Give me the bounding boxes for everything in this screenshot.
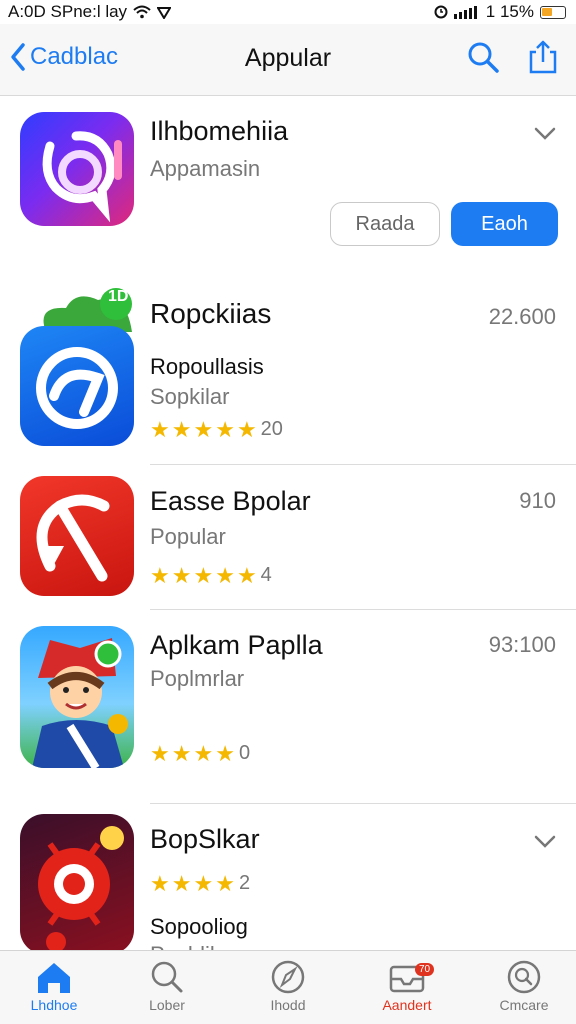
rating-count: 0 bbox=[238, 742, 251, 764]
star-icon: ★ bbox=[193, 562, 214, 588]
chat-swirl-icon bbox=[42, 131, 122, 223]
star-half-icon: ★ bbox=[236, 416, 257, 442]
star-icon: ★ bbox=[150, 740, 170, 766]
star-icon: ★ bbox=[215, 740, 235, 766]
list-item[interactable]: 1D Ropckiias 22.600 Ropoullasis Sopkilar… bbox=[0, 280, 576, 466]
alarm-icon bbox=[434, 5, 448, 19]
signal-icon bbox=[453, 6, 477, 19]
tab-label: Aandert bbox=[382, 997, 432, 1013]
star-icon: ★ bbox=[171, 870, 192, 896]
secondary-button[interactable]: Raada bbox=[330, 202, 440, 246]
app-title: Easse Bpolar bbox=[150, 486, 311, 516]
compass-icon bbox=[271, 960, 305, 994]
character-illustration-icon bbox=[32, 638, 128, 768]
tab-label: Cmcare bbox=[499, 997, 549, 1013]
app-icon bbox=[20, 326, 134, 446]
app-title: BopSlkar bbox=[150, 824, 260, 854]
status-bar: A:0D SPne:l lay 1 15% bbox=[0, 0, 576, 24]
star-icon: ★ bbox=[171, 416, 192, 442]
star-icon: ★ bbox=[215, 416, 235, 442]
app-icon bbox=[20, 814, 134, 950]
tab-search-circle[interactable]: Cmcare bbox=[474, 959, 574, 1013]
tab-search[interactable]: Lober bbox=[117, 959, 217, 1013]
list-item[interactable]: Easse Bpolar 910 Popular ★ ★ ★ ★ ★ 4 bbox=[0, 466, 576, 610]
app-title: Aplkam Paplla bbox=[150, 630, 323, 660]
star-icon: ★ bbox=[215, 870, 235, 896]
featured-app-subtitle: Appamasin bbox=[150, 156, 261, 181]
star-icon: ★ bbox=[150, 562, 170, 588]
list-item[interactable]: Aplkam Paplla 93:100 Poplmrlar ★ ★ ★ ★ 0 bbox=[0, 610, 576, 804]
tab-label: Lober bbox=[149, 997, 185, 1013]
featured-app[interactable]: Ilhbomehiia Appamasin Raada Eaoh bbox=[0, 96, 576, 266]
tab-updates[interactable]: 70 Aandert bbox=[357, 959, 457, 1013]
app-badge: 1D bbox=[108, 288, 129, 305]
app-title: Ropckiias bbox=[150, 298, 272, 329]
app-price: 93:100 bbox=[488, 632, 556, 657]
tab-label: Ihodd bbox=[270, 997, 306, 1013]
search-icon[interactable] bbox=[466, 40, 500, 74]
featured-app-icon bbox=[20, 112, 134, 226]
search-circle-icon bbox=[507, 960, 541, 994]
wifi-icon bbox=[133, 5, 151, 19]
app-subtitle: Ropoullasis bbox=[150, 354, 264, 379]
star-half-icon: ★ bbox=[236, 562, 257, 588]
divider bbox=[150, 464, 576, 465]
app-rating: ★ ★ ★ ★ ★ 4 bbox=[150, 564, 272, 587]
app-price: 910 bbox=[519, 488, 556, 513]
status-time-carrier: A:0D SPne:l lay bbox=[8, 2, 128, 21]
status-right: 1 15% bbox=[434, 2, 566, 22]
star-icon: ★ bbox=[193, 870, 214, 896]
app-price: 22.600 bbox=[488, 304, 556, 329]
chevron-down-icon[interactable] bbox=[533, 126, 557, 142]
star-icon: ★ bbox=[193, 416, 214, 442]
app-rating: ★ ★ ★ ★ ★ 20 bbox=[150, 418, 283, 441]
tab-label: Lhdhoe bbox=[30, 997, 78, 1013]
star-icon: ★ bbox=[215, 562, 235, 588]
app-rating: ★ ★ ★ ★ 0 bbox=[150, 742, 250, 765]
no-sign-logo-icon bbox=[36, 494, 110, 582]
rating-count: 4 bbox=[260, 564, 272, 586]
status-left: A:0D SPne:l lay bbox=[8, 2, 172, 22]
star-icon: ★ bbox=[171, 562, 192, 588]
rating-count: 20 bbox=[260, 418, 283, 440]
star-icon: ★ bbox=[193, 740, 214, 766]
app-subtitle: Popular bbox=[150, 524, 226, 549]
home-icon bbox=[38, 963, 70, 993]
nav-actions bbox=[466, 40, 560, 74]
featured-app-title: Ilhbomehiia bbox=[150, 116, 289, 146]
battery-icon bbox=[540, 5, 566, 19]
rating-count: 2 bbox=[238, 872, 251, 894]
share-icon[interactable] bbox=[526, 40, 560, 74]
app-category: Pochlilar bbox=[150, 942, 234, 950]
app-rating: ★ ★ ★ ★ 2 bbox=[150, 872, 250, 895]
app-category: Sopkilar bbox=[150, 384, 230, 409]
primary-button[interactable]: Eaoh bbox=[451, 202, 558, 246]
search-icon bbox=[151, 961, 183, 993]
chevron-down-icon[interactable] bbox=[533, 834, 557, 850]
nav-bar: Cadblac Appular bbox=[0, 24, 576, 96]
star-icon: ★ bbox=[150, 416, 170, 442]
tab-home[interactable]: Lhdhoe bbox=[4, 959, 104, 1013]
notification-badge: 70 bbox=[415, 963, 435, 976]
swirl-logo-icon bbox=[36, 347, 118, 429]
app-icon bbox=[20, 626, 134, 768]
target-logo-icon bbox=[38, 826, 124, 950]
list-item[interactable]: BopSlkar ★★★★ 2 Sopooliog Pochlilar bbox=[0, 804, 576, 950]
app-icon bbox=[20, 476, 134, 596]
app-subtitle: Sopooliog bbox=[150, 914, 248, 939]
battery-percent: 1 15% bbox=[485, 2, 534, 21]
tab-bar: Lhdhoe Lober Ihodd 70 Aandert Cmcare bbox=[0, 950, 576, 1024]
star-icon: ★ bbox=[150, 870, 170, 896]
location-icon bbox=[157, 7, 172, 19]
app-subtitle: Poplmrlar bbox=[150, 666, 245, 691]
tab-explore[interactable]: Ihodd bbox=[238, 959, 338, 1013]
star-icon: ★ bbox=[171, 740, 192, 766]
